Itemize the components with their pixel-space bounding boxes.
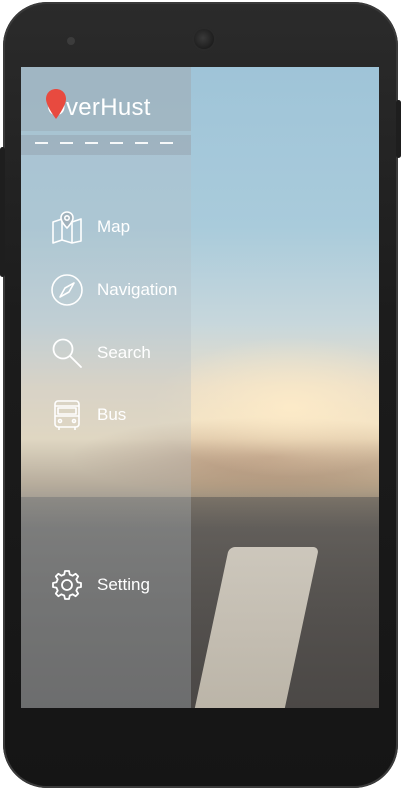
earpiece <box>194 29 214 49</box>
menu-item-navigation[interactable]: Navigation <box>49 272 177 308</box>
app-screen: OverHust Map Navigation Search Bus Setti… <box>21 67 379 708</box>
menu-label-bus: Bus <box>97 405 127 424</box>
front-camera <box>67 37 75 45</box>
navigation-drawer: OverHust Map Navigation Search Bus Setti… <box>21 67 191 708</box>
menu-item-setting[interactable]: Setting <box>49 567 150 603</box>
brand-logo: OverHust <box>46 89 151 122</box>
bus-icon <box>49 397 85 433</box>
map-pin-icon <box>49 209 85 245</box>
phone-frame: OverHust Map Navigation Search Bus Setti… <box>0 2 401 788</box>
menu-label-setting: Setting <box>97 575 150 594</box>
drawer-header: OverHust <box>21 67 191 131</box>
search-icon <box>49 335 85 371</box>
power-button <box>396 100 401 158</box>
logo-pin-icon <box>46 89 66 119</box>
header-dashes <box>35 142 173 144</box>
gear-icon <box>49 567 85 603</box>
menu-item-bus[interactable]: Bus <box>49 397 126 433</box>
header-divider <box>21 135 191 155</box>
menu-label-map: Map <box>97 217 131 236</box>
menu-label-search: Search <box>97 343 151 362</box>
menu-item-search[interactable]: Search <box>49 335 151 371</box>
menu-label-navigation: Navigation <box>97 280 178 299</box>
menu-item-map[interactable]: Map <box>49 209 130 245</box>
compass-icon <box>49 272 85 308</box>
volume-button <box>0 147 5 277</box>
